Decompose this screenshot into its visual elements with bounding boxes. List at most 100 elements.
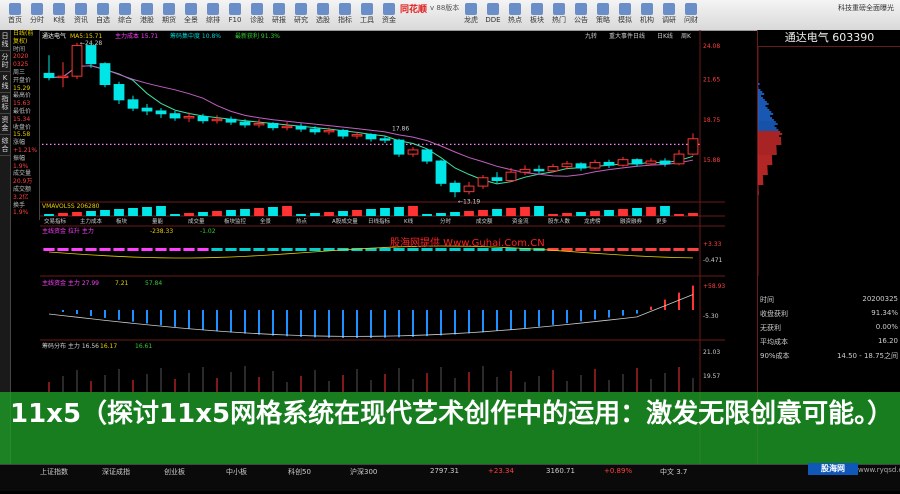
right-panel-row: 时间 20200325 [760, 295, 898, 305]
indicator-tab[interactable]: 热点 [296, 217, 308, 225]
toolbar-button[interactable]: 资金 [378, 1, 400, 28]
indicator-tab[interactable]: 板块监控 [224, 217, 247, 225]
toolbar-button[interactable]: 自选 [92, 1, 114, 28]
candle-body [449, 182, 461, 193]
candle-body [365, 134, 377, 140]
panel2-bar [552, 310, 554, 325]
toolbar-button[interactable]: 问财 [680, 1, 702, 28]
candle-body [659, 160, 671, 165]
chart-tab-right[interactable]: 重大事件 [609, 32, 633, 40]
bottom-index-tab[interactable]: 沪深300 [350, 467, 377, 477]
indicator-tab[interactable]: 成交量 [188, 217, 205, 225]
indicator-tab[interactable]: 融资融券 [620, 217, 643, 225]
bottom-index-tab[interactable]: 科创50 [288, 467, 311, 477]
panel1-bar [659, 248, 671, 251]
indicator-tab[interactable]: 分时 [440, 217, 452, 225]
indicator-tab[interactable]: 量能 [152, 217, 164, 225]
indicator-tab[interactable]: 全景 [260, 217, 272, 225]
toolbar-button[interactable]: 资讯 [70, 1, 92, 28]
toolbar-button-label: 全景 [184, 16, 198, 24]
bottom-index-tab[interactable]: 创业板 [164, 467, 185, 477]
toolbar-icon [619, 3, 631, 15]
toolbar-button[interactable]: 分时 [26, 1, 48, 28]
toolbar-button[interactable]: F10 [224, 1, 246, 28]
bottom-index-tab[interactable]: 深证成指 [102, 467, 130, 477]
toolbar-button[interactable]: DDE [482, 1, 504, 28]
indicator-tab[interactable]: K线 [404, 217, 414, 225]
left-tab[interactable]: 综合 [0, 135, 10, 156]
toolbar-button[interactable]: 诊股 [246, 1, 268, 28]
toolbar-button[interactable]: 研报 [268, 1, 290, 28]
panel2-bar [286, 310, 288, 337]
indicator-tab[interactable]: 股东人数 [548, 217, 571, 225]
panel2-bar [76, 310, 78, 315]
volume-bar [254, 208, 264, 216]
main-force-label: 主力成本 15.71 [115, 32, 158, 40]
toolbar-button[interactable]: 模拟 [614, 1, 636, 28]
volume-bar [100, 210, 110, 216]
right-panel-label: 收盘获利 [760, 310, 788, 318]
toolbar-button[interactable]: 全景 [180, 1, 202, 28]
info-value: 15.58 [13, 131, 31, 139]
indicator-tab[interactable]: 交易指标 [44, 217, 67, 225]
bottom-index-tab[interactable]: 上证指数 [40, 467, 68, 477]
toolbar-button[interactable]: 研究 [290, 1, 312, 28]
volume-bar [646, 207, 656, 216]
candle-body [309, 128, 321, 133]
candle-body [561, 163, 573, 168]
chart-tab-right[interactable]: 九转 [585, 32, 597, 40]
chart-tab-right[interactable]: 日线 [633, 32, 645, 40]
panel1-value2: -1.02 [200, 228, 216, 235]
toolbar-button[interactable]: 首页 [4, 1, 26, 28]
toolbar-button-label: 策略 [596, 16, 610, 24]
candle-body [99, 63, 111, 86]
indicator-tab[interactable]: 龙虎榜 [584, 217, 601, 225]
toolbar-right-text[interactable]: 科技重磅全面曝光 [838, 3, 894, 13]
info-header: 日线(前复权) [13, 30, 34, 45]
toolbar-icon [53, 3, 65, 15]
toolbar-button[interactable]: 调研 [658, 1, 680, 28]
toolbar-button[interactable]: 港股 [136, 1, 158, 28]
left-tab[interactable]: 日线 [0, 30, 10, 51]
toolbar-button[interactable]: 选股 [312, 1, 334, 28]
indicator-tab[interactable]: 日线指标 [368, 217, 391, 225]
left-tab[interactable]: K线 [0, 72, 10, 93]
toolbar-button[interactable]: 综合 [114, 1, 136, 28]
toolbar-button[interactable]: 公告 [570, 1, 592, 28]
candle-body [323, 129, 335, 133]
panel2-bar [188, 310, 190, 329]
left-tab[interactable]: 分时 [0, 51, 10, 72]
toolbar-button-label: 热点 [508, 16, 522, 24]
indicator-tab[interactable]: A股成交量 [332, 217, 358, 225]
chart-tab-right[interactable]: 日K线 [657, 32, 673, 40]
left-tab[interactable]: 资金 [0, 114, 10, 135]
toolbar-button[interactable]: 机构 [636, 1, 658, 28]
panel2-bar [370, 310, 372, 338]
indicator-tab[interactable]: 资金流 [512, 217, 529, 225]
toolbar-button[interactable]: 策略 [592, 1, 614, 28]
panel2-bar [202, 310, 204, 330]
indicator-tab[interactable]: 成交额 [476, 217, 493, 225]
volume-bar [618, 209, 628, 216]
toolbar-icon [339, 3, 351, 15]
panel1-axis1: +3.33 [703, 241, 722, 248]
toolbar-button[interactable]: 工具 [356, 1, 378, 28]
panel2-bar [468, 310, 470, 334]
bottom-index-tab[interactable]: 中小板 [226, 467, 247, 477]
candle-body [645, 160, 657, 165]
toolbar-button[interactable]: 龙虎 [460, 1, 482, 28]
toolbar-button[interactable]: 综排 [202, 1, 224, 28]
left-tab[interactable]: 指标 [0, 93, 10, 114]
toolbar-button[interactable]: 热门 [548, 1, 570, 28]
toolbar-button[interactable]: K线 [48, 1, 70, 28]
indicator-tab[interactable]: 更多 [656, 217, 668, 225]
toolbar-button[interactable]: 热点 [504, 1, 526, 28]
toolbar-button[interactable]: 指标 [334, 1, 356, 28]
toolbar-button[interactable]: 板块 [526, 1, 548, 28]
indicator-tab[interactable]: 板块 [116, 217, 128, 225]
toolbar-button[interactable]: 期货 [158, 1, 180, 28]
chart-tab-right[interactable]: 周K [681, 33, 692, 40]
info-row: 周三 [11, 69, 39, 77]
indicator-tab[interactable]: 主力成本 [80, 217, 103, 225]
panel1-bar [645, 248, 657, 251]
